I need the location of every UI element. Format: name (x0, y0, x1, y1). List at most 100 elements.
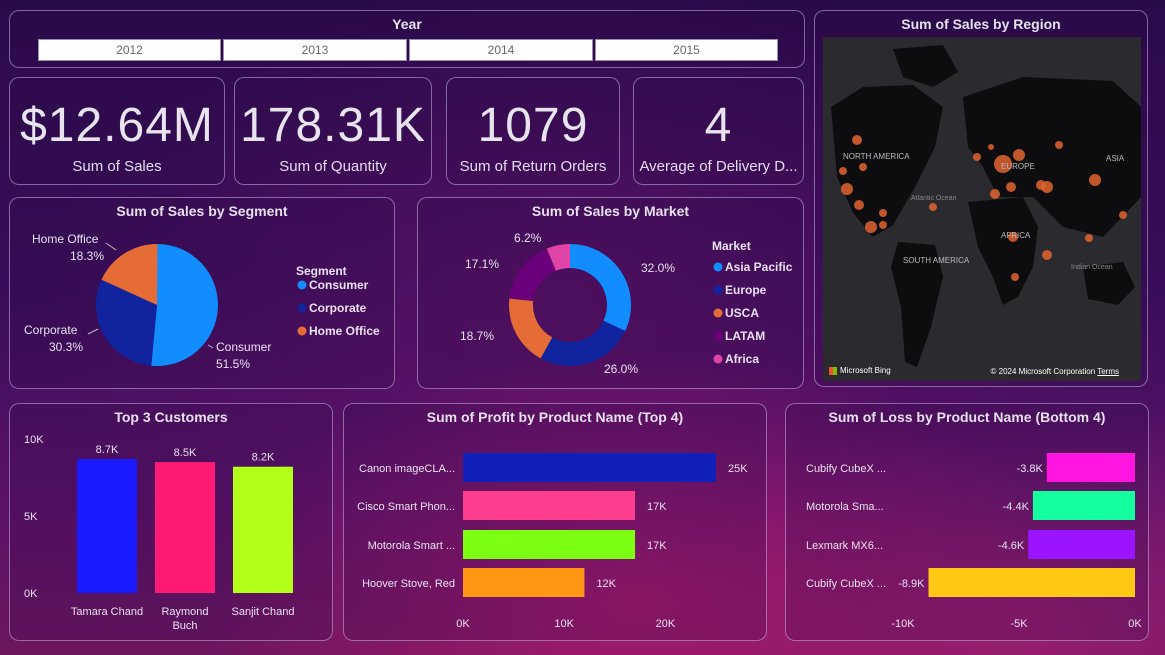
bar-tamara-chand (77, 459, 137, 593)
terms-link[interactable]: Terms (1097, 367, 1119, 376)
map-title: Sum of Sales by Region (901, 16, 1061, 32)
map-label-south-america: SOUTH AMERICA (903, 256, 970, 265)
kpi-value: $12.64M (20, 99, 214, 152)
year-option-2012[interactable]: 2012 (38, 39, 221, 61)
category-label: Motorola Sma... (806, 501, 884, 513)
category-label: Cisco Smart Phon... (357, 501, 455, 513)
pie-label-name: Home Office (32, 232, 99, 246)
map-bubble (1089, 174, 1101, 186)
category-label: Cubify CubeX ... (806, 578, 886, 590)
map-bubble (859, 163, 867, 171)
map-copyright: © 2024 Microsoft Corporation Terms (991, 367, 1119, 376)
map-bubble (1055, 141, 1063, 149)
legend-dot-home-office (297, 326, 307, 336)
data-label: 17K (647, 540, 667, 552)
map-label-asia: ASIA (1106, 154, 1125, 163)
legend-dot-africa (713, 354, 723, 364)
data-label: 25K (728, 463, 748, 475)
legend-item-africa: Africa (725, 352, 759, 366)
legend-dot-asia-pacific (713, 262, 723, 272)
year-slicer-title: Year (392, 16, 422, 32)
map-bubble (1085, 234, 1093, 242)
bar-motorola-smart (463, 530, 636, 559)
map-label-europe: EUROPE (1001, 162, 1035, 171)
pie-label-name: Consumer (216, 340, 271, 354)
category-label: Hoover Stove, Red (362, 578, 455, 590)
market-donut-svg: 32.0% 26.0% 18.7% 17.1% 6.2% Market Asia Pacif… (460, 231, 793, 376)
bar-hoover-stove-red (463, 568, 585, 597)
data-label: 8.2K (252, 452, 275, 464)
map-bubble (990, 189, 1000, 199)
map-bubble (1006, 182, 1016, 192)
bar-cubify-cubex-0 (1046, 453, 1135, 482)
x-tick-label: 10K (554, 618, 574, 630)
map-bubble (839, 167, 847, 175)
bing-attribution: Microsoft Bing (829, 366, 891, 375)
donut-label-africa: 6.2% (514, 231, 542, 245)
legend-title: Segment (296, 264, 347, 278)
map-label-africa: AFRICA (1001, 231, 1031, 240)
data-label: -4.4K (1003, 501, 1030, 513)
leader-line (105, 242, 117, 251)
loss-bottom4-panel: Sum of Loss by Product Name (Bottom 4) -… (785, 403, 1149, 641)
x-tick-label: -10K (891, 618, 915, 630)
legend-item-latam: LATAM (725, 329, 765, 343)
copyright-text: © 2024 Microsoft Corporation (990, 367, 1096, 376)
y-tick-label: 5K (24, 511, 38, 523)
data-label: -8.9K (898, 578, 925, 590)
category-label: Raymond (161, 606, 208, 618)
bar-cubify-cubex-3 (928, 568, 1135, 597)
map-bubble (1119, 211, 1127, 219)
map-svg: NORTH AMERICA EUROPE ASIA Atlantic Ocean… (823, 37, 1141, 381)
data-label: 12K (596, 578, 616, 590)
donut-label-europe: 26.0% (604, 362, 638, 376)
year-option-2014[interactable]: 2014 (409, 39, 593, 61)
map-bubble (1041, 181, 1053, 193)
pie-slice-consumer (151, 244, 218, 366)
legend-item-europe: Europe (725, 283, 767, 297)
map-bubble (1042, 250, 1052, 260)
data-label: 8.7K (96, 444, 119, 456)
donut-slice-latam (509, 248, 556, 302)
category-label: Buch (172, 620, 197, 632)
map-bubble (854, 200, 864, 210)
kpi-card-delivery: 4 Average of Delivery D... (633, 77, 804, 185)
map-label-north-america: NORTH AMERICA (843, 152, 910, 161)
legend-dot-europe (713, 285, 723, 295)
kpi-label: Sum of Quantity (279, 158, 387, 175)
map-bubble (841, 183, 853, 195)
donut-label-asia-pacific: 32.0% (641, 261, 675, 275)
bing-label: Microsoft Bing (840, 366, 891, 375)
category-label: Canon imageCLA... (359, 463, 455, 475)
category-label: Tamara Chand (71, 606, 143, 618)
legend-dot-corporate (297, 303, 307, 313)
kpi-card-returns: 1079 Sum of Return Orders (446, 77, 620, 185)
kpi-card-quantity: 178.31K Sum of Quantity (234, 77, 432, 185)
year-option-2013[interactable]: 2013 (223, 39, 407, 61)
year-option-2015[interactable]: 2015 (595, 39, 778, 61)
pie-label-value: 30.3% (49, 340, 83, 354)
map-bubble (852, 135, 862, 145)
bar-sanjit-chand (233, 466, 293, 593)
x-tick-label: 0K (1128, 618, 1142, 630)
map-bubble (879, 221, 887, 229)
data-label: 8.5K (174, 447, 197, 459)
category-label: Lexmark MX6... (806, 540, 883, 552)
y-tick-label: 10K (24, 434, 44, 446)
leader-line (87, 328, 99, 335)
bar-cisco-smart-phon (463, 491, 636, 520)
legend-dot-usca (713, 308, 723, 318)
category-label: Cubify CubeX ... (806, 463, 886, 475)
category-label: Motorola Smart ... (368, 540, 455, 552)
pie-label-value: 51.5% (216, 357, 250, 371)
year-slicer-panel: Year 2012 2013 2014 2015 (9, 10, 805, 68)
map-bubble (1011, 273, 1019, 281)
world-map[interactable]: NORTH AMERICA EUROPE ASIA Atlantic Ocean… (823, 37, 1141, 381)
legend-item-consumer: Consumer (309, 278, 369, 292)
legend-dot-consumer (297, 280, 307, 290)
data-label: 17K (647, 501, 667, 513)
legend-item-home-office: Home Office (309, 324, 380, 338)
x-tick-label: 0K (456, 618, 470, 630)
pie-label-name: Corporate (24, 323, 78, 337)
map-bubble (929, 203, 937, 211)
